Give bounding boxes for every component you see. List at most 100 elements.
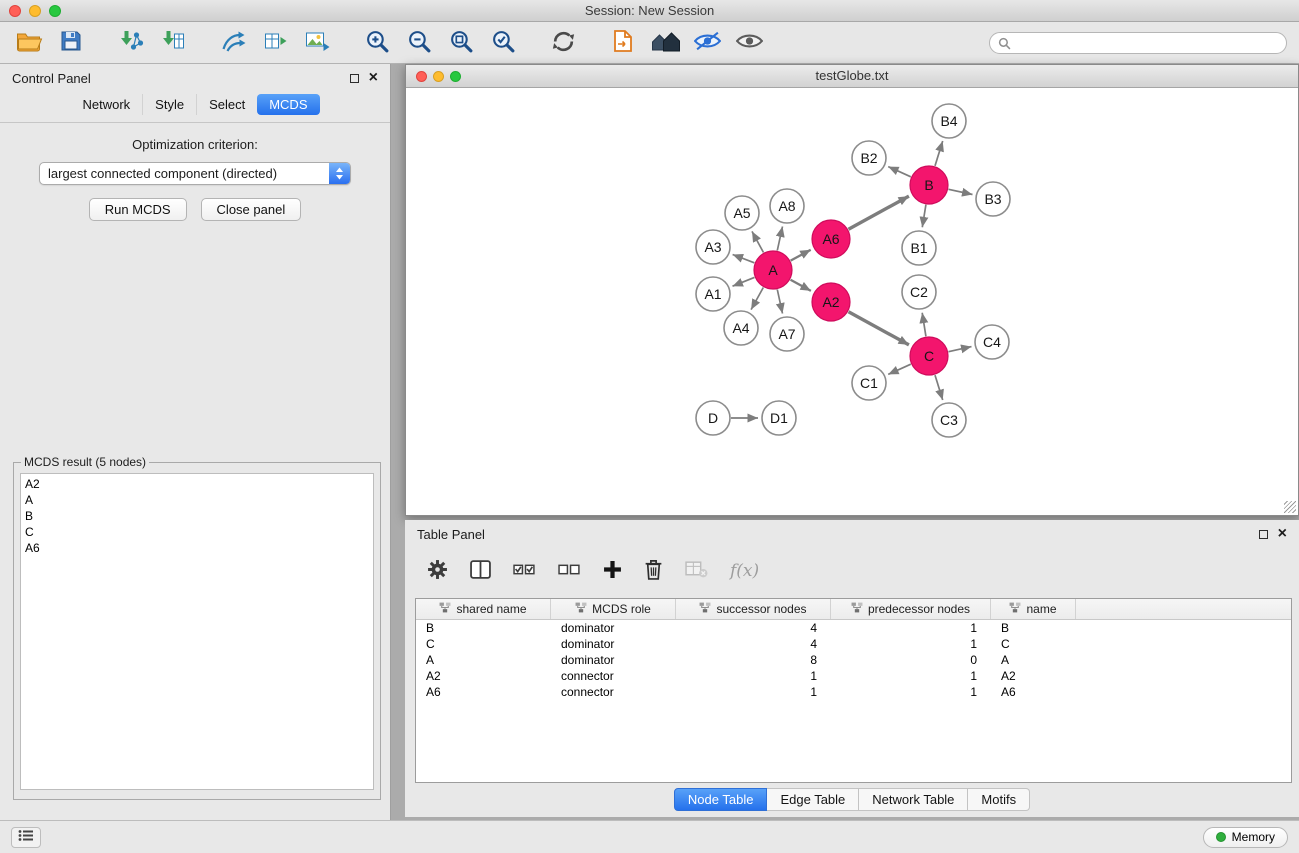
add-row-button[interactable] xyxy=(603,560,622,582)
mcds-result-item[interactable]: C xyxy=(25,524,369,540)
control-tab-mcds[interactable]: MCDS xyxy=(257,94,319,115)
zoom-window-button[interactable] xyxy=(49,5,61,17)
column-header-successor-nodes[interactable]: successor nodes xyxy=(676,599,831,619)
network-zoom-button[interactable] xyxy=(450,71,461,82)
close-panel-button[interactable]: Close panel xyxy=(201,198,302,221)
node-A7[interactable]: A7 xyxy=(770,317,804,351)
eye-button[interactable] xyxy=(732,27,766,59)
edge-A-A5[interactable] xyxy=(752,231,763,252)
edge-C-C1[interactable] xyxy=(888,364,911,374)
edge-C-C3[interactable] xyxy=(935,375,943,400)
float-panel-icon[interactable] xyxy=(350,74,359,83)
edge-B-B4[interactable] xyxy=(935,141,943,166)
memory-button[interactable]: Memory xyxy=(1203,827,1288,848)
node-C3[interactable]: C3 xyxy=(932,403,966,437)
edge-A-A1[interactable] xyxy=(733,277,755,286)
float-table-panel-icon[interactable] xyxy=(1259,530,1268,539)
node-C2[interactable]: C2 xyxy=(902,275,936,309)
edge-A-A8[interactable] xyxy=(777,227,782,251)
node-A4[interactable]: A4 xyxy=(724,311,758,345)
import-network-button[interactable] xyxy=(114,27,148,59)
mcds-result-item[interactable]: B xyxy=(25,508,369,524)
run-mcds-button[interactable]: Run MCDS xyxy=(89,198,187,221)
edge-B-B1[interactable] xyxy=(922,205,926,228)
node-B4[interactable]: B4 xyxy=(932,104,966,138)
node-A[interactable]: A xyxy=(754,251,792,289)
import-table-button[interactable] xyxy=(156,27,190,59)
control-tab-network[interactable]: Network xyxy=(70,94,142,115)
mcds-result-item[interactable]: A6 xyxy=(25,540,369,556)
node-D[interactable]: D xyxy=(696,401,730,435)
document-button[interactable] xyxy=(606,27,640,59)
resize-handle-icon[interactable] xyxy=(1284,501,1296,513)
export-image-button[interactable] xyxy=(300,27,334,59)
select-all-button[interactable] xyxy=(513,560,536,582)
table-row[interactable]: Bdominator41B xyxy=(416,620,1291,636)
edge-A-A4[interactable] xyxy=(751,288,763,310)
zoom-out-button[interactable] xyxy=(402,27,436,59)
close-panel-icon[interactable]: × xyxy=(369,73,378,83)
close-window-button[interactable] xyxy=(9,5,21,17)
network-close-button[interactable] xyxy=(416,71,427,82)
edge-C-C4[interactable] xyxy=(949,347,972,352)
columns-button[interactable] xyxy=(470,560,491,582)
edge-A2-C[interactable] xyxy=(849,312,909,345)
edge-A-A6[interactable] xyxy=(791,250,811,261)
edge-B-B2[interactable] xyxy=(888,167,911,177)
node-B[interactable]: B xyxy=(910,166,948,204)
minimize-window-button[interactable] xyxy=(29,5,41,17)
mcds-result-item[interactable]: A2 xyxy=(25,476,369,492)
node-C[interactable]: C xyxy=(910,337,948,375)
node-B3[interactable]: B3 xyxy=(976,182,1010,216)
node-A2[interactable]: A2 xyxy=(812,283,850,321)
node-A1[interactable]: A1 xyxy=(696,277,730,311)
task-history-button[interactable] xyxy=(11,827,41,848)
new-table-button[interactable] xyxy=(258,27,292,59)
open-button[interactable] xyxy=(12,27,46,59)
node-B1[interactable]: B1 xyxy=(902,231,936,265)
edge-A-A2[interactable] xyxy=(791,280,811,291)
search-input[interactable] xyxy=(989,32,1287,54)
node-A8[interactable]: A8 xyxy=(770,189,804,223)
criterion-dropdown[interactable]: largest connected component (directed) xyxy=(39,162,351,185)
edge-C-C2[interactable] xyxy=(922,313,926,337)
edge-A-A3[interactable] xyxy=(733,255,755,263)
node-C1[interactable]: C1 xyxy=(852,366,886,400)
node-B2[interactable]: B2 xyxy=(852,141,886,175)
control-tab-style[interactable]: Style xyxy=(142,94,196,115)
function-builder-label[interactable]: f(x) xyxy=(730,561,759,581)
mcds-result-item[interactable]: A xyxy=(25,492,369,508)
tab-network-table[interactable]: Network Table xyxy=(859,788,968,811)
column-header-shared-name[interactable]: shared name xyxy=(416,599,551,619)
network-minimize-button[interactable] xyxy=(433,71,444,82)
node-C4[interactable]: C4 xyxy=(975,325,1009,359)
zoom-in-button[interactable] xyxy=(360,27,394,59)
table-row[interactable]: A2connector11A2 xyxy=(416,668,1291,684)
node-A6[interactable]: A6 xyxy=(812,220,850,258)
clear-selection-button[interactable] xyxy=(558,560,581,582)
tab-motifs[interactable]: Motifs xyxy=(968,788,1030,811)
settings-button[interactable] xyxy=(427,559,448,583)
table-row[interactable]: A6connector11A6 xyxy=(416,684,1291,700)
refresh-button[interactable] xyxy=(546,27,580,59)
home-button[interactable] xyxy=(648,27,682,59)
network-canvas[interactable]: B4 B2 B B3 A5 A8A6 B1 A3 A C2 A1 A2 A4 A7 C4 C C1 C3 D D1 xyxy=(407,89,1297,514)
save-button[interactable] xyxy=(54,27,88,59)
tab-edge-table[interactable]: Edge Table xyxy=(767,788,859,811)
column-header-name[interactable]: name xyxy=(991,599,1076,619)
edge-B-B3[interactable] xyxy=(949,189,973,194)
close-table-panel-icon[interactable]: × xyxy=(1278,529,1287,539)
column-header-predecessor-nodes[interactable]: predecessor nodes xyxy=(831,599,991,619)
node-A5[interactable]: A5 xyxy=(725,196,759,230)
column-header-mcds-role[interactable]: MCDS role xyxy=(551,599,676,619)
table-row[interactable]: Cdominator41C xyxy=(416,636,1291,652)
mcds-result-list[interactable]: A2ABCA6 xyxy=(20,473,374,790)
new-network-button[interactable] xyxy=(216,27,250,59)
table-row[interactable]: Adominator80A xyxy=(416,652,1291,668)
node-A3[interactable]: A3 xyxy=(696,230,730,264)
control-tab-select[interactable]: Select xyxy=(196,94,257,115)
edge-A-A7[interactable] xyxy=(777,290,782,314)
delete-table-button[interactable] xyxy=(685,560,708,582)
node-D1[interactable]: D1 xyxy=(762,401,796,435)
delete-row-button[interactable] xyxy=(644,559,663,583)
